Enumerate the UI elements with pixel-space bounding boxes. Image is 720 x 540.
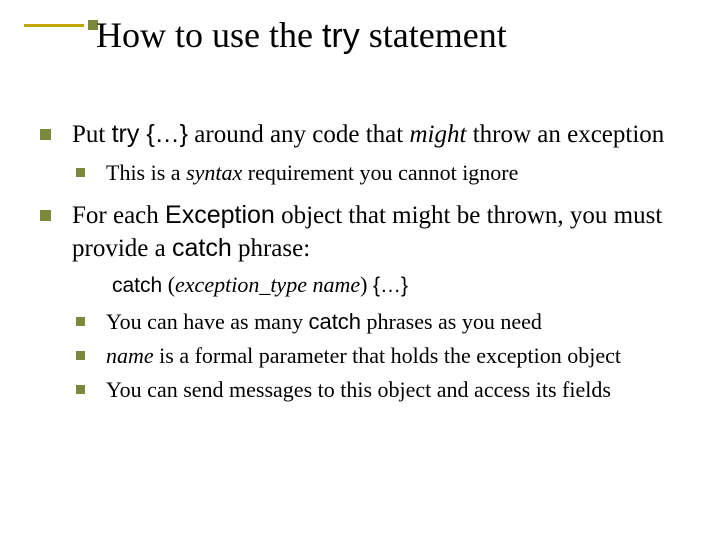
catch-syntax-line: catch (exception_type name) {…} [92,271,686,300]
slide: How to use the try statement Put try {…}… [0,0,720,540]
b1-mid: around any code that [188,121,409,148]
b1-ital: might [409,121,466,148]
b2-code1: Exception [165,201,275,229]
b2-pre: For each [72,202,165,229]
bullet-2: For each Exception object that might be … [36,199,686,404]
bullet-list: Put try {…} around any code that might t… [36,118,686,405]
bullet-1-sublist: This is a syntax requirement you cannot … [72,159,686,187]
bullet-1-sub-1: This is a syntax requirement you cannot … [72,159,686,187]
bullet-2-sub-2: name is a formal parameter that holds th… [72,342,686,370]
b2-post: phrase: [232,235,310,262]
slide-title: How to use the try statement [96,16,507,56]
b2s2-post: is a formal parameter that holds the exc… [154,343,621,368]
accent-line [24,24,84,27]
slide-body: Put try {…} around any code that might t… [36,118,686,417]
b1s1-post: requirement you cannot ignore [242,160,518,185]
b2s1-post: phrases as you need [361,309,542,334]
catch-params: exception_type name [175,272,360,297]
catch-close: ) [360,272,373,297]
b1s1-ital: syntax [186,160,242,185]
b1-code: try {…} [112,120,188,148]
catch-braces: {…} [373,274,408,297]
bullet-2-sub-1: You can have as many catch phrases as yo… [72,308,686,336]
b2s1-code: catch [308,309,361,334]
b2s1-pre: You can have as many [106,309,308,334]
catch-kw: catch [112,274,162,297]
catch-open: ( [162,272,175,297]
b2-code2: catch [172,234,232,262]
bullet-2-sub-3: You can send messages to this object and… [72,376,686,404]
bullet-2-catchline-wrap: catch (exception_type name) {…} [72,271,686,300]
b2s3-text: You can send messages to this object and… [106,377,611,402]
b2s2-ital: name [106,343,154,368]
title-post: statement [360,15,507,55]
b1s1-pre: This is a [106,160,186,185]
b1-pre: Put [72,121,112,148]
bullet-2-sublist: You can have as many catch phrases as yo… [72,308,686,404]
b1-post: throw an exception [466,121,664,148]
bullet-1: Put try {…} around any code that might t… [36,118,686,187]
title-code: try [322,17,360,55]
title-pre: How to use the [96,15,322,55]
